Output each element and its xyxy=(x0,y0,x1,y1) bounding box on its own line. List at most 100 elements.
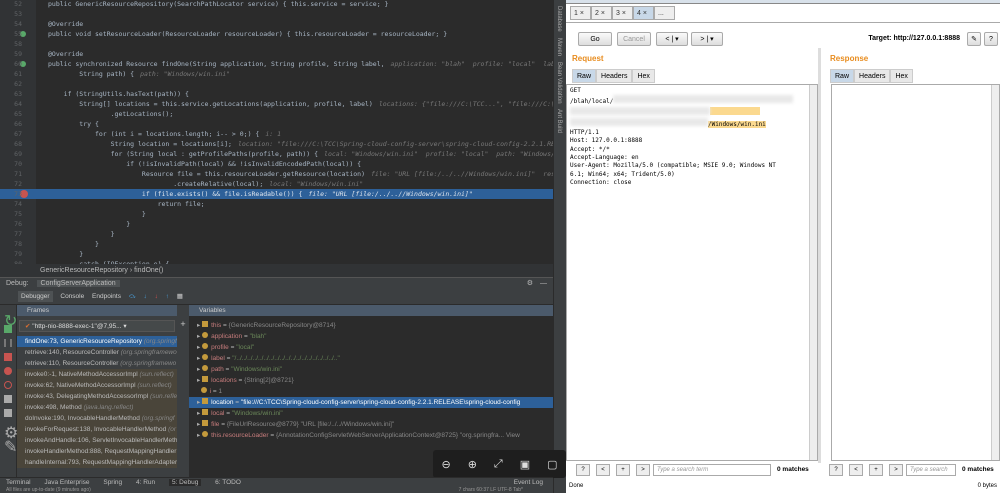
code-line[interactable]: 78 } xyxy=(0,239,553,249)
stack-frame[interactable]: invokeHandlerMethod:888, RequestMappingH… xyxy=(17,446,177,457)
stack-frame[interactable]: retrieve:140, ResourceController (org.sp… xyxy=(17,347,177,358)
response-tab-raw[interactable]: Raw xyxy=(830,69,855,83)
zoom-out-icon[interactable]: ⊖ xyxy=(441,458,450,471)
stack-frame[interactable]: invokeForRequest:138, InvocableHandlerMe… xyxy=(17,424,177,435)
variable-row[interactable]: i = 1 xyxy=(189,386,553,397)
variable-row[interactable]: ▸ locations = {String[2]@8721} xyxy=(189,375,553,386)
code-line[interactable]: 69 for (String local : getProfilePaths(p… xyxy=(0,149,553,159)
tab-java-enterprise[interactable]: Java Enterprise xyxy=(44,479,89,486)
step-out-icon[interactable]: ↑ xyxy=(166,293,169,300)
split-divider[interactable] xyxy=(818,48,821,463)
layout-icon[interactable] xyxy=(4,409,12,417)
resp-search-add[interactable]: + xyxy=(869,464,883,476)
variable-row[interactable]: ▸ profile = "local" xyxy=(189,342,553,353)
variable-row[interactable]: ▸ path = "Windows/win.ini" xyxy=(189,364,553,375)
zoom-in-icon[interactable]: ⊕ xyxy=(468,458,477,471)
code-line[interactable]: 58 xyxy=(0,39,553,49)
response-editor[interactable] xyxy=(831,84,1000,461)
tool-ant-build[interactable]: Ant Build xyxy=(556,109,562,133)
code-line[interactable]: 52 public GenericResourceRepository(Searc… xyxy=(0,0,553,9)
tab-endpoints[interactable]: Endpoints xyxy=(92,293,121,300)
go-button[interactable]: Go xyxy=(578,32,612,46)
tool-database[interactable]: Database xyxy=(556,6,562,32)
breadcrumb-method[interactable]: findOne() xyxy=(134,267,163,274)
stack-frame[interactable]: doInvoke:190, InvocableHandlerMethod (or… xyxy=(17,413,177,424)
add-watch-icon[interactable]: + xyxy=(177,319,189,329)
pause-icon[interactable] xyxy=(4,339,12,347)
code-line[interactable]: 61 String path) {path: "Windows/win.ini" xyxy=(0,69,553,79)
resp-search-input[interactable]: Type a search xyxy=(906,464,956,476)
repeater-tab-new[interactable]: ... xyxy=(654,6,675,20)
tab-console[interactable]: Console xyxy=(60,293,84,300)
code-line[interactable]: 73 if (file.exists() && file.isReadable(… xyxy=(0,189,553,199)
tab-spring[interactable]: Spring xyxy=(103,479,122,486)
req-search-input[interactable]: Type a search term xyxy=(653,464,771,476)
request-tab-hex[interactable]: Hex xyxy=(632,69,655,83)
req-search-add[interactable]: + xyxy=(616,464,630,476)
response-tab-headers[interactable]: Headers xyxy=(854,69,891,83)
code-line[interactable]: 77 } xyxy=(0,229,553,239)
code-line[interactable]: 72 .createRelative(local); local: "Window… xyxy=(0,179,553,189)
repeater-tab-4[interactable]: 4 × xyxy=(633,6,654,20)
variable-row[interactable]: ▸ file = {FileUrlResource@8779} "URL [fi… xyxy=(189,419,553,430)
stack-frame[interactable]: invokeAndHandle:106, ServletInvocableHan… xyxy=(17,435,177,446)
code-editor[interactable]: 52 public GenericResourceRepository(Searc… xyxy=(0,0,553,264)
comment-icon[interactable]: ▢ xyxy=(547,458,557,471)
stack-frame[interactable]: findOne:73, GenericResourceRepository (o… xyxy=(17,336,177,347)
debug-config-tab[interactable]: ConfigServerApplication xyxy=(36,280,120,287)
code-line[interactable]: 68 String location = locations[i]; locati… xyxy=(0,139,553,149)
resp-search-prev[interactable]: < xyxy=(849,464,863,476)
fit-screen-icon[interactable]: ⤢ xyxy=(494,458,503,471)
pin-icon[interactable]: ✎ xyxy=(4,437,17,456)
variable-row[interactable]: ▸ application = "blah" xyxy=(189,331,553,342)
stack-frame[interactable]: handleInternal:793, RequestMappingHandle… xyxy=(17,457,177,468)
code-line[interactable]: 65 .getLocations(); xyxy=(0,109,553,119)
request-tab-raw[interactable]: Raw xyxy=(572,69,597,83)
code-line[interactable]: 74 return file; xyxy=(0,199,553,209)
code-line[interactable]: 55 public void setResourceLoader(Resource… xyxy=(0,29,553,39)
step-into-icon[interactable]: ↓ xyxy=(144,293,147,300)
code-line[interactable]: 53 xyxy=(0,9,553,19)
variable-row[interactable]: ▸ this = {GenericResourceRepository@8714… xyxy=(189,320,553,331)
code-line[interactable]: 64 String[] locations = this.service.get… xyxy=(0,99,553,109)
code-line[interactable]: 70 if (!isInvalidPath(local) && !isInval… xyxy=(0,159,553,169)
mute-breakpoints-icon[interactable] xyxy=(4,381,12,389)
back-button[interactable]: < | ▾ xyxy=(656,32,688,46)
rerun-icon[interactable]: ↻ xyxy=(4,311,17,330)
tool-maven[interactable]: Maven xyxy=(556,38,562,56)
repeater-tab-1[interactable]: 1 × xyxy=(570,6,591,20)
req-search-next[interactable]: > xyxy=(636,464,650,476)
code-line[interactable]: 59 @Override xyxy=(0,49,553,59)
code-line[interactable]: 75 } xyxy=(0,209,553,219)
step-over-icon[interactable]: ⤼ xyxy=(129,293,136,300)
request-scrollbar[interactable] xyxy=(809,85,817,460)
code-line[interactable]: 71 Resource file = this.resourceLoader.g… xyxy=(0,169,553,179)
forward-button[interactable]: > | ▾ xyxy=(691,32,723,46)
stop-icon[interactable] xyxy=(4,353,12,361)
resp-search-next[interactable]: > xyxy=(889,464,903,476)
edit-target-icon[interactable]: ✎ xyxy=(967,32,981,46)
stack-frame[interactable]: invoke:62, NativeMethodAccessorImpl (sun… xyxy=(17,380,177,391)
cancel-button[interactable]: Cancel xyxy=(617,32,651,46)
stack-frame[interactable]: invoke0:-1, NativeMethodAccessorImpl (su… xyxy=(17,369,177,380)
code-line[interactable]: 63 if (StringUtils.hasText(path)) { xyxy=(0,89,553,99)
stack-frame[interactable]: retrieve:110, ResourceController (org.sp… xyxy=(17,358,177,369)
view-breakpoints-icon[interactable] xyxy=(4,367,12,375)
stack-frame[interactable]: invoke:498, Method (java.lang.reflect) xyxy=(17,402,177,413)
tab-todo[interactable]: 6: TODO xyxy=(215,479,241,486)
tool-bean-validation[interactable]: Bean Validation xyxy=(556,62,562,104)
tab-terminal[interactable]: Terminal xyxy=(6,479,31,486)
repeater-tab-3[interactable]: 3 × xyxy=(612,6,633,20)
thread-selector[interactable]: ✔ "http-nio-8888-exec-1"@7,95... ▾ xyxy=(19,320,175,332)
repeater-tab-2[interactable]: 2 × xyxy=(591,6,612,20)
req-search-help[interactable]: ? xyxy=(576,464,590,476)
camera-icon[interactable] xyxy=(4,395,12,403)
code-line[interactable]: 76 } xyxy=(0,219,553,229)
code-line[interactable]: 67 for (int i = locations.length; i-- > … xyxy=(0,129,553,139)
variable-row[interactable]: ▸ label = "/../../../../../../../../../.… xyxy=(189,353,553,364)
tab-debugger[interactable]: Debugger xyxy=(18,291,53,302)
resp-search-help[interactable]: ? xyxy=(829,464,843,476)
code-line[interactable]: 66 try { xyxy=(0,119,553,129)
tab-run[interactable]: 4: Run xyxy=(136,479,155,486)
help-icon[interactable]: ? xyxy=(984,32,998,46)
